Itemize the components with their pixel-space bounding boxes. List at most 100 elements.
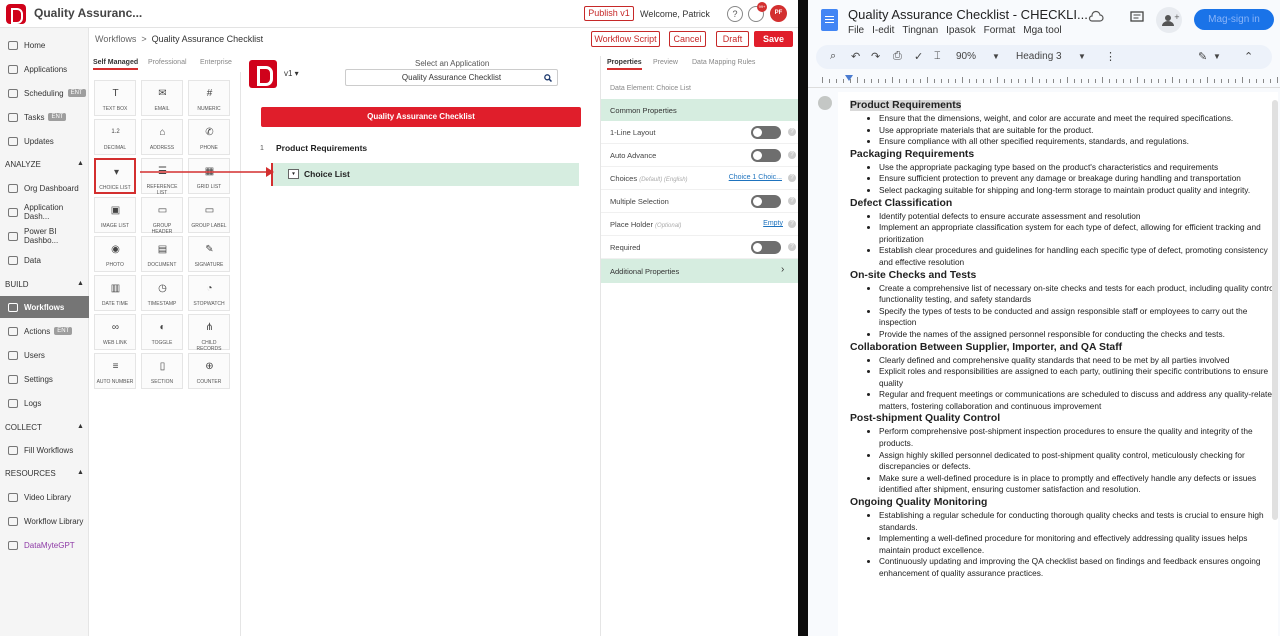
palette-auto-number[interactable]: ≡ AUTO NUMBER	[94, 353, 136, 389]
sign-in-button[interactable]: Mag-sign in	[1194, 9, 1274, 30]
help-icon[interactable]: ?	[788, 174, 796, 182]
doc-title[interactable]: Quality Assurance Checklist - CHECKLI...	[848, 7, 1088, 22]
doc-bullet-item[interactable]: Regular and frequent meetings or communi…	[879, 389, 1278, 412]
palette-group-label[interactable]: ▭ GROUP LABEL	[188, 197, 230, 233]
palette-stopwatch[interactable]: ◔ STOPWATCH	[188, 275, 230, 311]
required-toggle[interactable]	[751, 241, 781, 254]
form-title-bar[interactable]: Quality Assurance Checklist	[261, 107, 581, 127]
sidebar-item-power-bi-dashbo[interactable]: Power BI Dashbo...	[0, 225, 89, 247]
doc-bullet-item[interactable]: Provide the names of the assigned person…	[879, 329, 1278, 341]
palette-document[interactable]: ▤ DOCUMENT	[141, 236, 183, 272]
doc-bullet-item[interactable]: Specify the types of tests to be conduct…	[879, 306, 1278, 329]
palette-phone[interactable]: ✆ PHONE	[188, 119, 230, 155]
chevron-up-icon[interactable]: ▲	[77, 160, 84, 167]
help-icon[interactable]: ?	[788, 197, 796, 205]
sidebar-heading-analyze[interactable]: ANALYZE ▲	[5, 160, 84, 169]
tab-preview[interactable]: Preview	[653, 59, 678, 66]
menu-i-edit[interactable]: I-edit	[872, 25, 894, 36]
scrollbar[interactable]	[1272, 100, 1278, 520]
doc-bullet-item[interactable]: Implementing a well-defined procedure fo…	[879, 533, 1278, 556]
print-icon[interactable]: ⎙	[893, 50, 902, 63]
sidebar-item-updates[interactable]: Updates	[0, 130, 89, 152]
doc-heading[interactable]: Ongoing Quality Monitoring	[850, 496, 1278, 510]
avatar[interactable]: PF	[770, 5, 787, 22]
menu-tingnan[interactable]: Tingnan	[902, 25, 938, 36]
help-icon[interactable]: ?	[727, 6, 743, 22]
version-dropdown[interactable]: v1 ▾	[284, 69, 299, 78]
tab-data-mapping-rules[interactable]: Data Mapping Rules	[692, 59, 755, 66]
sidebar-item-datamytegpt[interactable]: DataMyteGPT	[0, 534, 89, 556]
place-holder-link[interactable]: Empty	[763, 220, 783, 227]
draft-button[interactable]: Draft	[716, 31, 749, 47]
menu-format[interactable]: Format	[984, 25, 1016, 36]
paint-format-icon[interactable]: ⌶	[934, 50, 941, 63]
sidebar-item-fill-workflows[interactable]: Fill Workflows	[0, 439, 89, 461]
auto-advance-toggle[interactable]	[751, 149, 781, 162]
chevron-up-icon[interactable]: ▲	[77, 469, 84, 476]
doc-bullet-item[interactable]: Ensure that the dimensions, weight, and …	[879, 113, 1278, 125]
palette-numeric[interactable]: # NUMERIC	[188, 80, 230, 116]
doc-bullet-item[interactable]: Make sure a well-defined procedure is in…	[879, 473, 1278, 496]
sidebar-item-settings[interactable]: Settings	[0, 368, 89, 390]
style-select[interactable]: Heading 3	[1016, 51, 1062, 62]
doc-bullet-item[interactable]: Explicit roles and responsibilities are …	[879, 366, 1278, 389]
palette-timestamp[interactable]: ◷ TIMESTAMP	[141, 275, 183, 311]
palette-image-list[interactable]: ▣ IMAGE LIST	[94, 197, 136, 233]
doc-heading[interactable]: Packaging Requirements	[850, 148, 1278, 162]
application-select[interactable]: Quality Assurance Checklist	[345, 69, 558, 86]
multiple-selection-toggle[interactable]	[751, 195, 781, 208]
doc-bullet-item[interactable]: Clearly defined and comprehensive qualit…	[879, 355, 1278, 367]
palette-counter[interactable]: ⊕ COUNTER	[188, 353, 230, 389]
sidebar-item-org-dashboard[interactable]: Org Dashboard	[0, 177, 89, 199]
cloud-icon[interactable]	[1088, 10, 1104, 22]
help-icon[interactable]: ?	[788, 243, 796, 251]
sidebar-item-tasks[interactable]: Tasks ENT	[0, 106, 89, 128]
search-icon[interactable]	[544, 74, 552, 82]
tab-self-managed[interactable]: Self Managed	[93, 59, 139, 70]
sidebar-item-applications[interactable]: Applications	[0, 58, 89, 80]
chevron-up-icon[interactable]: ▲	[77, 423, 84, 430]
doc-bullet-item[interactable]: Establishing a regular schedule for cond…	[879, 510, 1278, 533]
palette-child-records[interactable]: ⋔ CHILD RECORDS	[188, 314, 230, 352]
doc-bullet-item[interactable]: Use the appropriate packaging type based…	[879, 162, 1278, 174]
sidebar-item-users[interactable]: Users	[0, 344, 89, 366]
doc-bullet-item[interactable]: Select packaging suitable for shipping a…	[879, 185, 1278, 197]
docs-logo-icon[interactable]	[821, 9, 838, 31]
doc-heading[interactable]: Defect Classification	[850, 197, 1278, 211]
sidebar-heading-collect[interactable]: COLLECT ▲	[5, 423, 84, 432]
palette-address[interactable]: ⌂ ADDRESS	[141, 119, 183, 155]
sidebar-item-home[interactable]: Home	[0, 34, 89, 56]
help-icon[interactable]: ?	[788, 128, 796, 136]
section-title[interactable]: Product Requirements	[276, 143, 367, 153]
indent-marker-icon[interactable]	[845, 75, 853, 81]
sidebar-item-application-dash[interactable]: Application Dash...	[0, 201, 89, 223]
doc-bullet-item[interactable]: Ensure compliance with all other specifi…	[879, 136, 1278, 148]
edit-mode-icon[interactable]: ✎	[1198, 50, 1207, 63]
comment-icon[interactable]	[1130, 11, 1144, 25]
help-icon[interactable]: ?	[788, 151, 796, 159]
redo-icon[interactable]: ↷	[871, 50, 880, 63]
doc-bullet-item[interactable]: Use appropriate materials that are suita…	[879, 125, 1278, 137]
choice-list-field[interactable]: ▾ Choice List	[271, 163, 579, 186]
doc-heading[interactable]: On-site Checks and Tests	[850, 269, 1278, 283]
sidebar-item-workflows[interactable]: Workflows	[0, 296, 89, 318]
collapse-toolbar-icon[interactable]: ⌃	[1244, 50, 1253, 63]
tab-professional[interactable]: Professional	[148, 59, 187, 66]
undo-icon[interactable]: ↶	[851, 50, 860, 63]
palette-text-box[interactable]: T TEXT BOX	[94, 80, 136, 116]
tab-properties[interactable]: Properties	[607, 59, 642, 70]
doc-bullet-item[interactable]: Continuously updating and improving the …	[879, 556, 1278, 579]
workflow-script-button[interactable]: Workflow Script	[591, 31, 660, 47]
palette-section[interactable]: ▯ SECTION	[141, 353, 183, 389]
sidebar-item-actions[interactable]: Actions ENT	[0, 320, 89, 342]
app-logo-icon[interactable]	[6, 4, 26, 24]
palette-web-link[interactable]: ∞ WEB LINK	[94, 314, 136, 350]
palette-email[interactable]: ✉ EMAIL	[141, 80, 183, 116]
sidebar-heading-resources[interactable]: RESOURCES ▲	[5, 469, 84, 478]
spellcheck-icon[interactable]: ✓	[914, 50, 923, 63]
choices-link[interactable]: Choice 1 Choic...	[729, 174, 782, 181]
share-user-icon[interactable]: +	[1156, 7, 1182, 33]
doc-bullet-item[interactable]: Perform comprehensive post-shipment insp…	[879, 426, 1278, 449]
breadcrumb-root[interactable]: Workflows	[95, 34, 136, 44]
palette-signature[interactable]: ✎ SIGNATURE	[188, 236, 230, 272]
